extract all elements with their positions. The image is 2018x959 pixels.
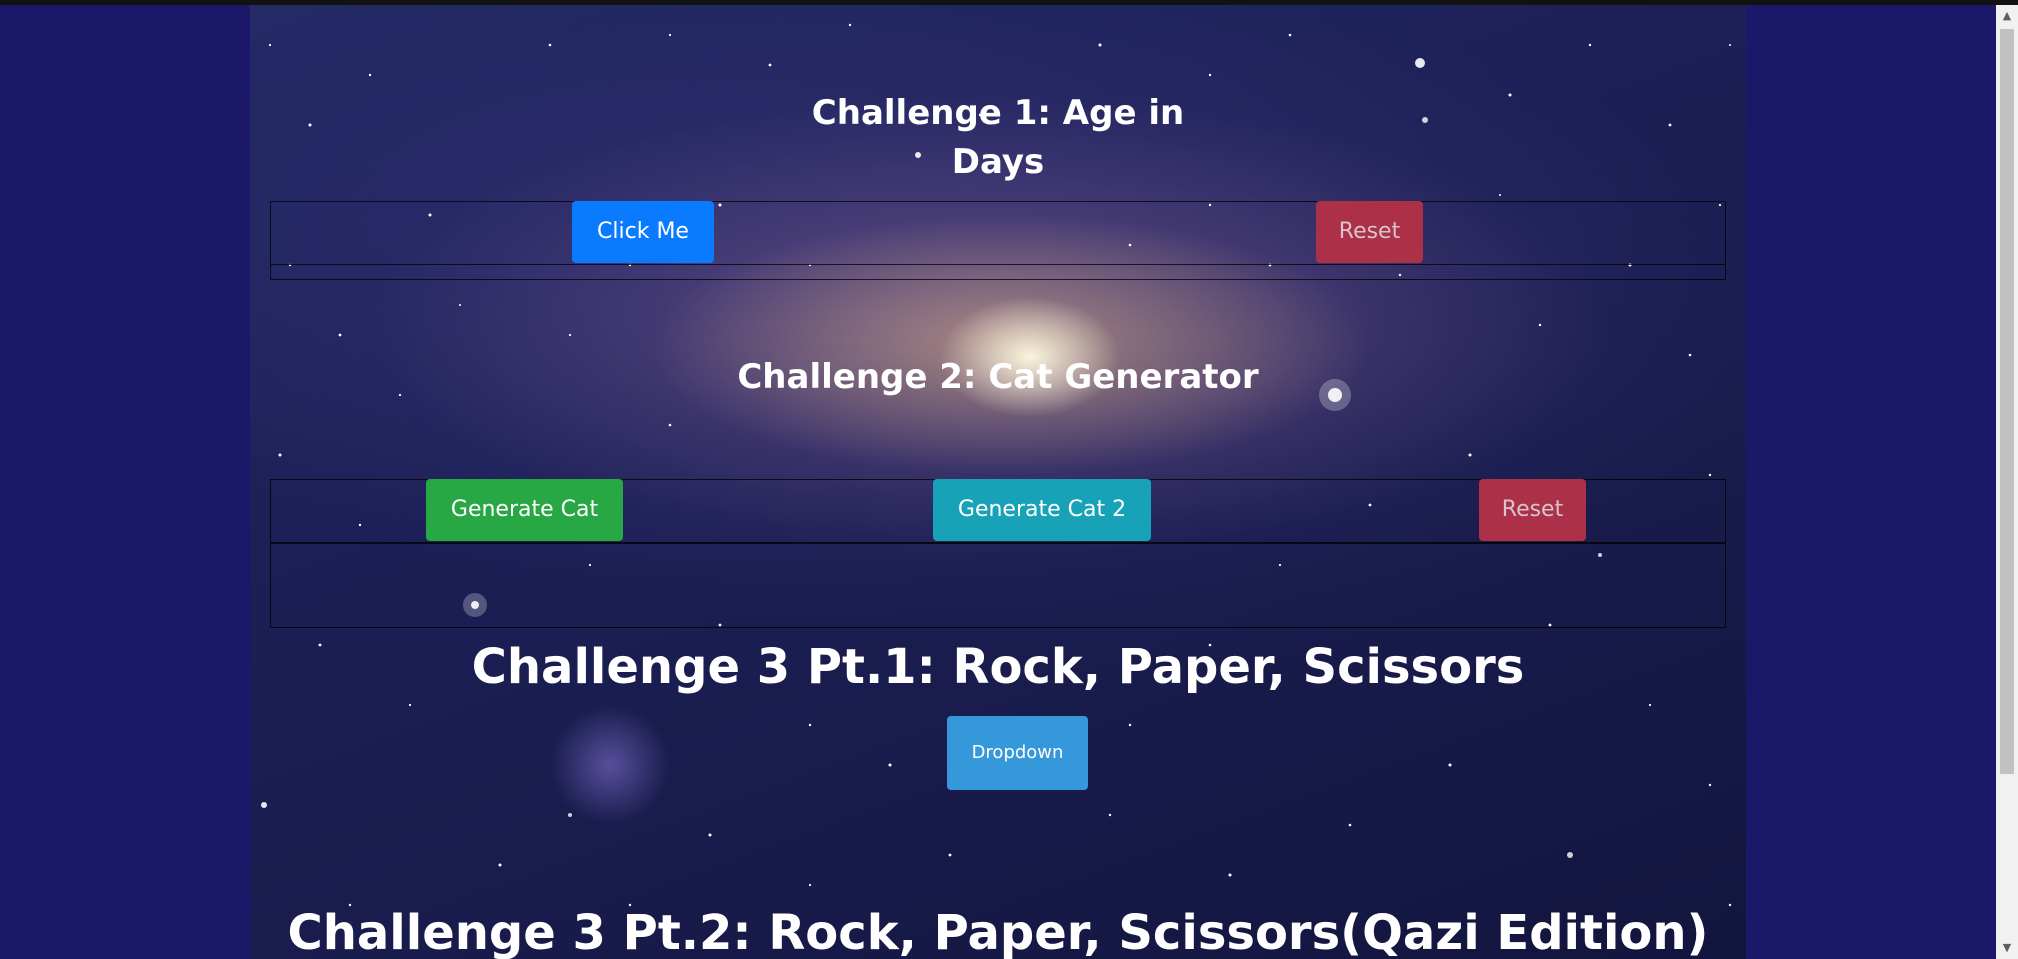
cat-image-container: [270, 543, 1726, 628]
challenge1-title-line1: Challenge 1: Age in: [811, 93, 1185, 133]
challenge2-reset-button[interactable]: Reset: [1479, 479, 1586, 541]
challenge2-title: Challenge 2: Cat Generator: [737, 357, 1259, 397]
dropdown-button[interactable]: Dropdown: [947, 716, 1088, 790]
challenge1-button-row: Click Me Reset: [270, 201, 1726, 265]
challenge1-reset-button[interactable]: Reset: [1316, 201, 1423, 263]
generate-cat-button[interactable]: Generate Cat: [426, 479, 623, 541]
click-me-button[interactable]: Click Me: [572, 201, 714, 263]
challenge3-pt2-title: Challenge 3 Pt.2: Rock, Paper, Scissors(…: [287, 905, 1709, 959]
challenge3-pt1-title: Challenge 3 Pt.1: Rock, Paper, Scissors: [471, 639, 1525, 695]
challenge1-result-box: [270, 265, 1726, 280]
triangle-down-icon[interactable]: ▼: [1996, 937, 2018, 959]
triangle-up-icon[interactable]: ▲: [1996, 5, 2018, 27]
vertical-scrollbar[interactable]: ▲ ▼: [1996, 5, 2018, 959]
challenge2-button-row: Generate Cat Generate Cat 2 Reset: [270, 479, 1726, 543]
scrollbar-thumb[interactable]: [2000, 29, 2014, 774]
generate-cat-2-button[interactable]: Generate Cat 2: [933, 479, 1151, 541]
main-container: Challenge 1: Age in Days Click Me Reset …: [250, 5, 1746, 959]
challenge1-title-line2: Days: [951, 142, 1045, 182]
